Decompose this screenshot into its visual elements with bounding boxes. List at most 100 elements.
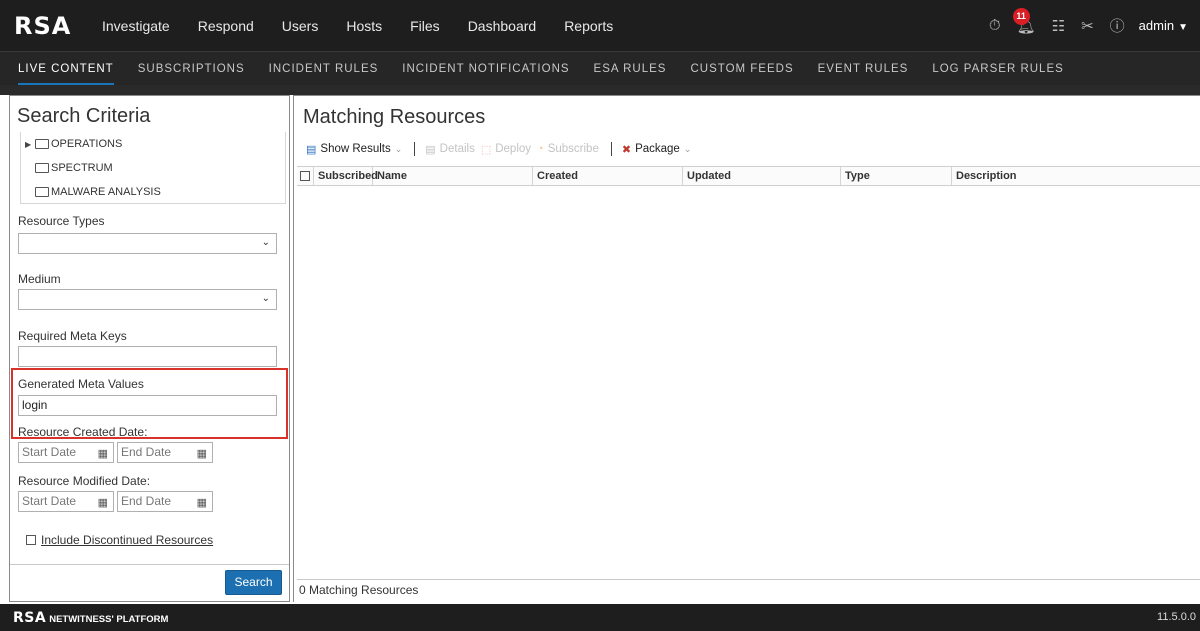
nav-respond[interactable]: Respond (198, 18, 254, 34)
tab-esa-rules[interactable]: ESA RULES (594, 52, 667, 86)
top-navigation-bar: RSA Investigate Respond Users Hosts File… (0, 0, 1200, 51)
app-window: RSA Investigate Respond Users Hosts File… (0, 0, 1200, 631)
matching-resources-panel: Matching Resources ▤ Show Results ⌄ ▤ De… (293, 95, 1200, 602)
modified-start-date[interactable]: Start Date ▦ (18, 491, 114, 512)
caret-right-icon[interactable]: ▶ (25, 140, 35, 149)
tree-item-label: SPECTRUM (51, 162, 113, 174)
calendar-icon[interactable]: ▦ (98, 445, 108, 464)
results-table-header: Subscribed Name Created Updated Type Des… (297, 166, 1200, 186)
divider (10, 564, 289, 565)
sub-navigation-bar: LIVE CONTENT SUBSCRIPTIONS INCIDENT RULE… (0, 51, 1200, 86)
created-end-date[interactable]: End Date ▦ (117, 442, 213, 463)
folder-icon (35, 139, 49, 149)
nav-files[interactable]: Files (410, 18, 440, 34)
nav-reports[interactable]: Reports (564, 18, 613, 34)
details-button[interactable]: ▤ Details (425, 143, 475, 156)
deploy-label: Deploy (495, 143, 532, 155)
deploy-icon: ⬚ (480, 143, 492, 156)
help-icon[interactable]: ⓘ (1110, 15, 1125, 36)
nav-users[interactable]: Users (282, 18, 319, 34)
search-criteria-title: Search Criteria (17, 105, 151, 127)
created-date-range: Start Date ▦ End Date ▦ (18, 442, 213, 463)
chevron-down-icon: ⌄ (261, 237, 270, 248)
column-description[interactable]: Description (952, 167, 1200, 185)
folder-icon (35, 187, 49, 197)
include-discontinued-checkbox[interactable] (26, 535, 36, 545)
tree-item-operations[interactable]: ▶ OPERATIONS (21, 132, 285, 156)
tab-incident-notifications[interactable]: INCIDENT NOTIFICATIONS (402, 52, 569, 86)
tab-custom-feeds[interactable]: CUSTOM FEEDS (690, 52, 793, 86)
tab-subscriptions[interactable]: SUBSCRIPTIONS (138, 52, 245, 86)
tree-item-spectrum[interactable]: SPECTRUM (21, 156, 285, 180)
header-gap (0, 85, 1200, 95)
top-right-tools: ⏱ 11 🔔︎ ☷ ✂ ⓘ admin ▼ (973, 0, 1188, 51)
tab-log-parser-rules[interactable]: LOG PARSER RULES (932, 52, 1063, 86)
select-all-cell (297, 167, 314, 185)
column-created[interactable]: Created (533, 167, 683, 185)
folder-icon (35, 163, 49, 173)
details-icon: ▤ (425, 143, 436, 156)
user-menu[interactable]: admin ▼ (1139, 18, 1188, 33)
search-criteria-panel: Search Criteria ▶ OPERATIONS SPECTRUM MA… (9, 95, 290, 602)
rss-icon: ◔ (537, 143, 544, 155)
column-updated[interactable]: Updated (683, 167, 841, 185)
chevron-down-icon: ⌄ (261, 293, 270, 304)
resource-types-label: Resource Types (18, 214, 105, 228)
show-results-label: Show Results (320, 143, 391, 155)
tree-item-label: MALWARE ANALYSIS (51, 186, 161, 198)
bell-icon[interactable]: 11 🔔︎ (1012, 7, 1036, 35)
calendar-icon[interactable]: ▦ (197, 445, 207, 464)
include-discontinued-row[interactable]: Include Discontinued Resources (26, 533, 213, 547)
tree-item-malware-analysis[interactable]: MALWARE ANALYSIS (21, 180, 285, 204)
results-footer-divider (297, 579, 1200, 580)
created-start-date[interactable]: Start Date ▦ (18, 442, 114, 463)
matching-resources-title: Matching Resources (303, 106, 486, 128)
footer-platform-name: NETWITNESS' PLATFORM (49, 613, 169, 625)
show-results-button[interactable]: ▤ Show Results ⌄ (306, 143, 402, 156)
select-all-checkbox[interactable] (300, 171, 310, 181)
checklist-icon[interactable]: ☷ (1052, 17, 1065, 35)
package-button[interactable]: ✖ Package ⌄ (622, 143, 692, 156)
tab-event-rules[interactable]: EVENT RULES (818, 52, 909, 86)
nav-dashboard[interactable]: Dashboard (468, 18, 537, 34)
chevron-down-icon: ▼ (1178, 22, 1188, 33)
notification-badge: 11 (1012, 7, 1030, 25)
resource-types-select[interactable]: ⌄ (18, 233, 277, 254)
footer-rsa-logo: RSA (13, 609, 47, 626)
medium-label: Medium (18, 272, 61, 286)
modified-date-label: Resource Modified Date: (18, 474, 151, 488)
required-meta-keys-label: Required Meta Keys (18, 329, 127, 343)
rsa-logo[interactable]: RSA (14, 12, 84, 40)
calendar-icon[interactable]: ▦ (197, 494, 207, 513)
results-toolbar: ▤ Show Results ⌄ ▤ Details ⬚ Deploy ◔ Su… (306, 140, 697, 158)
generated-meta-values-input[interactable]: login (18, 395, 277, 416)
tree-item-label: OPERATIONS (51, 138, 123, 150)
subscribe-label: Subscribe (547, 143, 599, 155)
required-meta-keys-input[interactable] (18, 346, 277, 367)
stopwatch-icon[interactable]: ⏱ (989, 17, 1001, 34)
chevron-down-icon: ⌄ (394, 143, 403, 154)
user-name: admin (1138, 18, 1175, 33)
nav-hosts[interactable]: Hosts (346, 18, 382, 34)
date-placeholder: Start Date (22, 494, 77, 508)
modified-end-date[interactable]: End Date ▦ (117, 491, 213, 512)
tab-incident-rules[interactable]: INCIDENT RULES (269, 52, 379, 86)
subscribe-button[interactable]: ◔ Subscribe (537, 143, 599, 155)
column-subscribed[interactable]: Subscribed (314, 167, 378, 185)
date-placeholder: End Date (121, 445, 172, 459)
column-name[interactable]: Name (373, 167, 533, 185)
include-discontinued-label[interactable]: Include Discontinued Resources (41, 533, 213, 547)
created-date-label: Resource Created Date: (18, 425, 148, 439)
search-button[interactable]: Search (225, 570, 282, 595)
tab-live-content[interactable]: LIVE CONTENT (18, 52, 114, 86)
footer-brand: RSA NETWITNESS' PLATFORM (13, 610, 168, 626)
date-placeholder: End Date (121, 494, 172, 508)
details-label: Details (439, 143, 475, 155)
medium-select[interactable]: ⌄ (18, 289, 277, 310)
nav-investigate[interactable]: Investigate (102, 18, 170, 34)
tools-icon[interactable]: ✂ (1081, 17, 1094, 35)
toolbar-separator (610, 142, 612, 156)
calendar-icon[interactable]: ▦ (98, 494, 108, 513)
deploy-button[interactable]: ⬚ Deploy (481, 143, 531, 156)
column-type[interactable]: Type (841, 167, 952, 185)
